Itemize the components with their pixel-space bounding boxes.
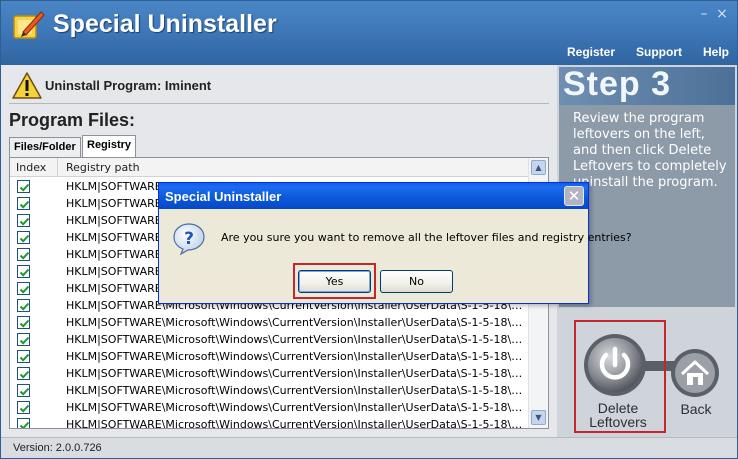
- dialog-message: Are you sure you want to remove all the …: [221, 231, 632, 244]
- registry-path: HKLM|SOFTWARE\Microsoft\Windows\CurrentV…: [66, 350, 526, 363]
- title-bar: Special Uninstaller – × Register Support…: [1, 1, 737, 65]
- table-row[interactable]: HKLM|SOFTWARE\Microsoft\Windows\CurrentV…: [10, 314, 528, 331]
- close-button[interactable]: ×: [715, 7, 729, 21]
- main-window: Special Uninstaller – × Register Support…: [0, 0, 738, 459]
- close-icon: ✕: [567, 187, 581, 205]
- row-checkbox[interactable]: [17, 316, 30, 329]
- question-icon: ?: [173, 223, 205, 256]
- registry-path: HKLM|SOFTWARE\Microsoft\Windows\CurrentV…: [66, 367, 526, 380]
- row-checkbox[interactable]: [17, 401, 30, 414]
- column-header-index[interactable]: Index: [10, 158, 58, 177]
- row-checkbox[interactable]: [17, 367, 30, 380]
- checkbox-checked-icon: [19, 302, 30, 311]
- row-checkbox[interactable]: [17, 418, 30, 428]
- minimize-button[interactable]: –: [697, 7, 711, 21]
- row-checkbox[interactable]: [17, 299, 30, 312]
- dialog-title: Special Uninstaller: [165, 189, 282, 204]
- version-label: Version: 2.0.0.726: [13, 442, 102, 454]
- help-link[interactable]: Help: [703, 45, 729, 59]
- no-button[interactable]: No: [380, 270, 453, 293]
- tab-registry[interactable]: Registry: [82, 135, 137, 157]
- checkbox-checked-icon: [19, 336, 30, 345]
- row-checkbox[interactable]: [17, 180, 30, 193]
- checkbox-checked-icon: [19, 421, 30, 428]
- checkbox-checked-icon: [19, 404, 30, 413]
- delete-leftovers-label[interactable]: Delete Leftovers: [580, 401, 656, 429]
- svg-text:?: ?: [184, 229, 194, 249]
- list-header: Index Registry path: [10, 158, 528, 177]
- registry-path: HKLM|SOFTWARE\Microsoft\Windows\CurrentV…: [66, 418, 526, 429]
- registry-path: HKLM|SOFTWARE\Microsoft\Windows\CurrentV…: [66, 384, 526, 397]
- checkbox-checked-icon: [19, 183, 30, 192]
- app-title: Special Uninstaller: [53, 10, 277, 38]
- registry-path: HKLM|SOFTWARE\Microsoft\Windows\CurrentV…: [66, 401, 526, 414]
- row-checkbox[interactable]: [17, 282, 30, 295]
- row-checkbox[interactable]: [17, 214, 30, 227]
- chevron-down-icon: ▼: [535, 413, 542, 422]
- support-link[interactable]: Support: [636, 45, 682, 59]
- column-header-path[interactable]: Registry path: [59, 158, 140, 177]
- yes-button[interactable]: Yes: [298, 270, 371, 293]
- table-row[interactable]: HKLM|SOFTWARE\Microsoft\Windows\CurrentV…: [10, 331, 528, 348]
- chevron-up-icon: ▲: [535, 163, 542, 172]
- step-description: Review the program leftovers on the left…: [573, 111, 727, 190]
- registry-path: HKLM|SOFTWARE\Microsoft\Windows\CurrentV…: [66, 333, 526, 346]
- checkbox-checked-icon: [19, 251, 30, 260]
- dialog-close-button[interactable]: ✕: [564, 186, 584, 206]
- table-row[interactable]: HKLM|SOFTWARE\Microsoft\Windows\CurrentV…: [10, 399, 528, 416]
- table-row[interactable]: HKLM|SOFTWARE\Microsoft\Windows\CurrentV…: [10, 365, 528, 382]
- program-files-title: Program Files:: [9, 110, 136, 130]
- table-row[interactable]: HKLM|SOFTWARE\Microsoft\Windows\CurrentV…: [10, 416, 528, 429]
- dialog-title-bar: Special Uninstaller ✕: [159, 183, 588, 209]
- checkbox-checked-icon: [19, 217, 30, 226]
- checkbox-checked-icon: [19, 268, 30, 277]
- confirm-dialog: Special Uninstaller ✕ ? Are you sure you…: [158, 182, 632, 304]
- back-label[interactable]: Back: [674, 401, 718, 417]
- register-link[interactable]: Register: [567, 45, 615, 59]
- status-bar: Version: 2.0.0.726: [1, 437, 737, 458]
- row-checkbox[interactable]: [17, 384, 30, 397]
- registry-path: HKLM|SOFTWARE\Microsoft\Windows\CurrentV…: [66, 316, 526, 329]
- row-checkbox[interactable]: [17, 265, 30, 278]
- checkbox-checked-icon: [19, 370, 30, 379]
- row-checkbox[interactable]: [17, 248, 30, 261]
- checkbox-checked-icon: [19, 353, 30, 362]
- scroll-down-button[interactable]: ▼: [531, 410, 546, 425]
- step-banner: Step 3: [559, 65, 735, 105]
- divider: [9, 103, 549, 104]
- row-checkbox[interactable]: [17, 197, 30, 210]
- checkbox-checked-icon: [19, 234, 30, 243]
- checkbox-checked-icon: [19, 200, 30, 209]
- pencil-box-icon: [13, 11, 45, 39]
- row-checkbox[interactable]: [17, 333, 30, 346]
- step-title: Step 3: [563, 65, 672, 103]
- uninstall-program-label: Uninstall Program: Iminent: [45, 78, 212, 93]
- back-button[interactable]: [670, 348, 720, 398]
- table-row[interactable]: HKLM|SOFTWARE\Microsoft\Windows\CurrentV…: [10, 382, 528, 399]
- table-row[interactable]: HKLM|SOFTWARE\Microsoft\Windows\CurrentV…: [10, 348, 528, 365]
- warning-icon: [12, 72, 42, 99]
- checkbox-checked-icon: [19, 319, 30, 328]
- row-checkbox[interactable]: [17, 231, 30, 244]
- checkbox-checked-icon: [19, 285, 30, 294]
- checkbox-checked-icon: [19, 387, 30, 396]
- row-checkbox[interactable]: [17, 350, 30, 363]
- tab-files-folder[interactable]: Files/Folder: [9, 137, 81, 157]
- scroll-up-button[interactable]: ▲: [531, 160, 546, 175]
